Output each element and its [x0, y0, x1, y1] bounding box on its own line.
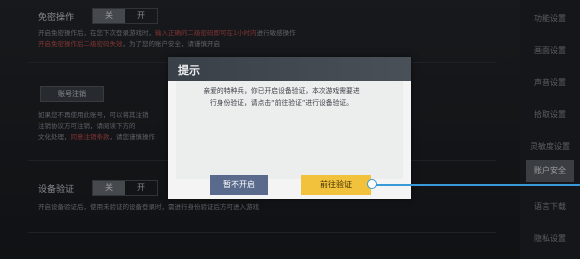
prompt-dialog: 提示 亲爱的特种兵，你已开启设备验证，本次游戏需要进 行身份验证，请点击“前往验… — [168, 57, 411, 199]
not-now-button[interactable]: 暂不开启 — [210, 175, 268, 195]
dialog-header: 提示 — [168, 57, 411, 81]
guide-pointer-line — [372, 184, 580, 186]
guide-pointer-dot — [367, 179, 377, 189]
dialog-message: 亲爱的特种兵，你已开启设备验证，本次游戏需要进 行身份验证，请点击“前往验证”进… — [203, 87, 360, 107]
go-verify-button[interactable]: 前往验证 — [301, 175, 371, 195]
dialog-title: 提示 — [178, 64, 200, 77]
